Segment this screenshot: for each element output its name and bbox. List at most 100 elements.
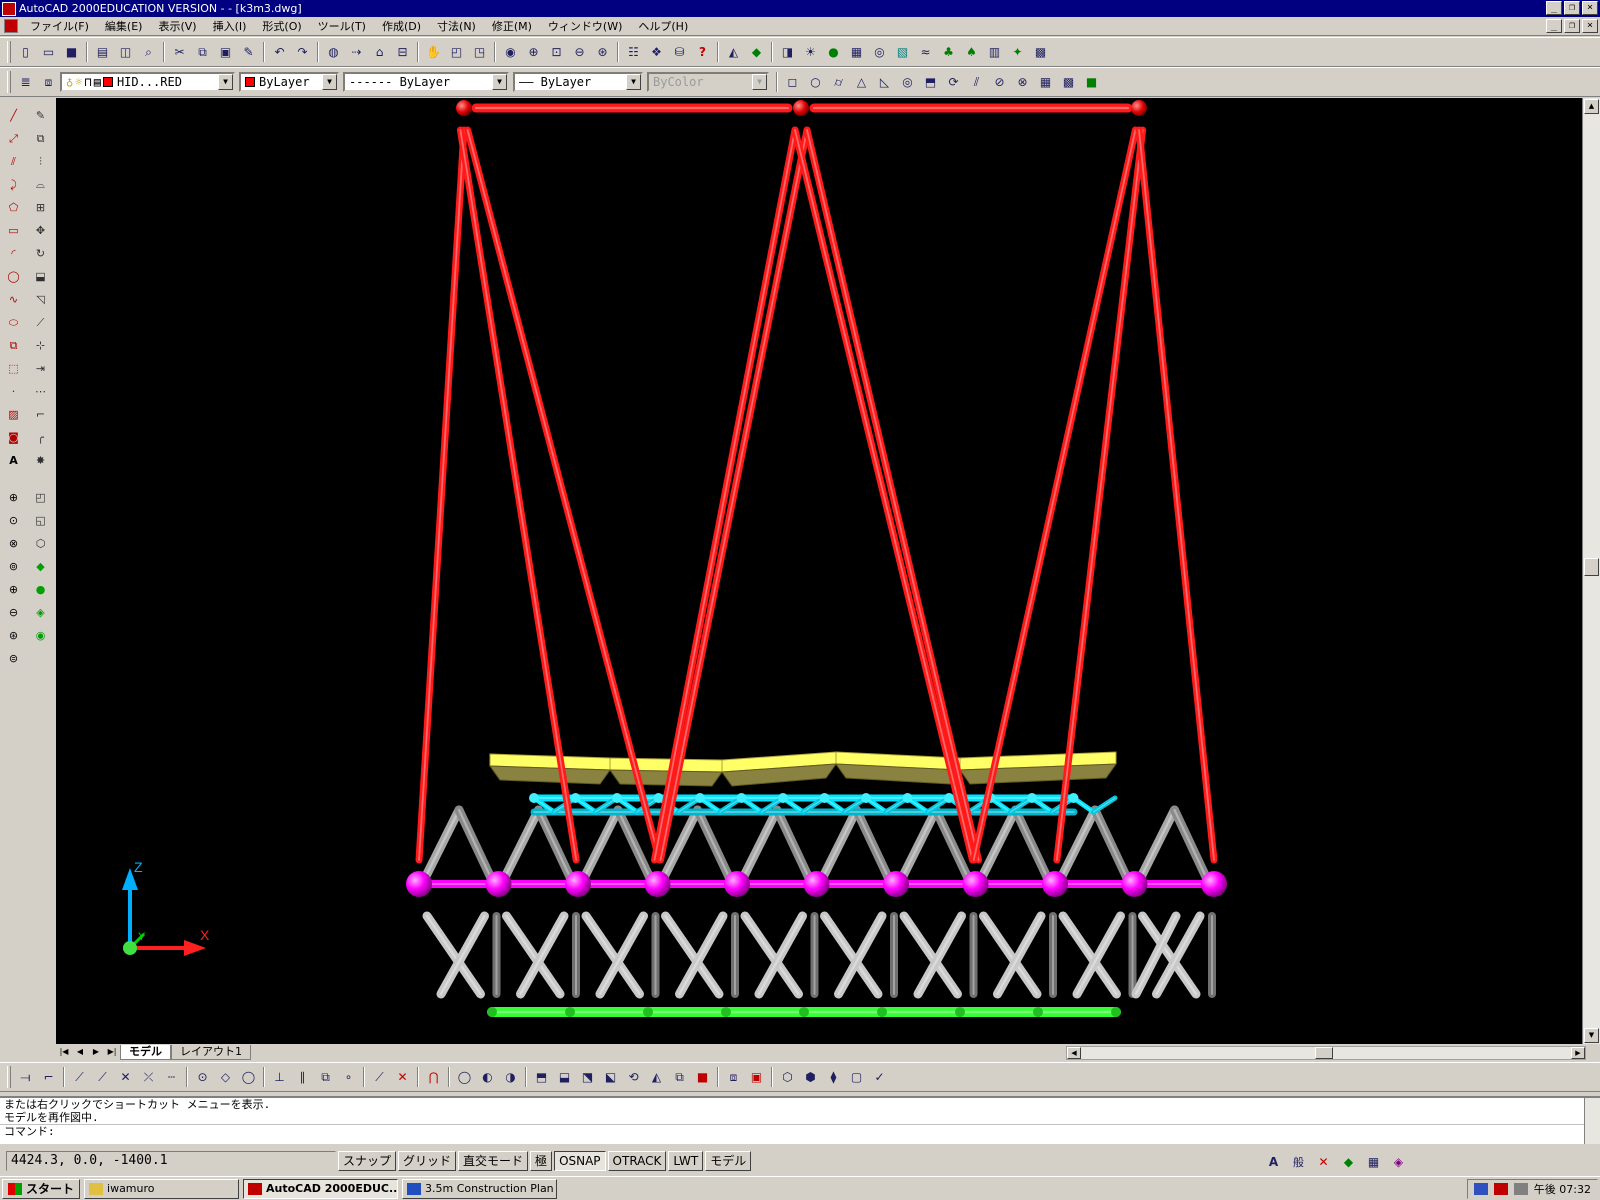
design-center-icon[interactable]: ❖	[645, 41, 668, 63]
zoom-extents-left-icon[interactable]: ⊜	[2, 647, 25, 670]
otrack-toggle[interactable]: OTRACK	[607, 1151, 667, 1171]
copy-object-icon[interactable]: ⧉	[29, 127, 52, 150]
menu-window[interactable]: ウィンドウ(W)	[540, 18, 630, 34]
toolbar-grip[interactable]	[7, 71, 11, 93]
insert-block-icon[interactable]: ⧉	[2, 334, 25, 357]
zoom-previous-icon[interactable]: ⊖	[568, 41, 591, 63]
undo-icon[interactable]: ↶	[268, 41, 291, 63]
subtract-icon[interactable]: ◐	[476, 1066, 499, 1088]
rotate-icon[interactable]: ↻	[29, 242, 52, 265]
cone-icon[interactable]: △	[850, 71, 873, 93]
stretch-icon[interactable]: ◹	[29, 288, 52, 311]
snap-from-point-icon[interactable]: ⌐	[37, 1066, 60, 1088]
offset-faces-icon[interactable]: ⬔	[576, 1066, 599, 1088]
menu-tools[interactable]: ツール(T)	[310, 18, 374, 34]
shade-sphere-icon[interactable]: ●	[29, 578, 52, 601]
named-views-icon[interactable]: ◳	[468, 41, 491, 63]
shade-globe-icon[interactable]: ◉	[29, 624, 52, 647]
explode-icon[interactable]: ✸	[29, 449, 52, 472]
menu-insert[interactable]: 挿入(I)	[205, 18, 255, 34]
zoom-dynamic-icon[interactable]: ⊙	[2, 509, 25, 532]
erase-icon[interactable]: ✎	[29, 104, 52, 127]
pan-icon[interactable]: ✋	[422, 41, 445, 63]
copy-edges-icon[interactable]: ⧈	[722, 1066, 745, 1088]
tab-model[interactable]: モデル	[120, 1044, 171, 1060]
task-autocad[interactable]: AutoCAD 2000EDUC...	[243, 1178, 399, 1199]
box-icon[interactable]: ◻	[781, 71, 804, 93]
snap-none-icon[interactable]: ✕	[391, 1066, 414, 1088]
task-folder[interactable]: iwamuro	[84, 1178, 240, 1199]
network-icon[interactable]	[1473, 1183, 1488, 1195]
next-tab-icon[interactable]: ▶	[88, 1045, 104, 1059]
polyline-icon[interactable]: ⤸	[2, 173, 25, 196]
copy-icon[interactable]: ⧉	[191, 41, 214, 63]
lwt-toggle[interactable]: LWT	[668, 1151, 704, 1171]
torus-icon[interactable]: ◎	[896, 71, 919, 93]
doc-close-button[interactable]: ×	[1582, 19, 1598, 33]
taper-faces-icon[interactable]: ◭	[645, 1066, 668, 1088]
vertical-scroll-thumb[interactable]	[1584, 558, 1599, 576]
chevron-down-icon[interactable]: ▼	[626, 74, 641, 90]
snap-from-icon[interactable]: ⌂	[368, 41, 391, 63]
prev-tab-icon[interactable]: ◀	[72, 1045, 88, 1059]
offset-icon[interactable]: ⌓	[29, 173, 52, 196]
landscape-edit-icon[interactable]: ♠	[960, 41, 983, 63]
close-button[interactable]: ×	[1582, 1, 1598, 15]
snap-nearest-icon[interactable]: ⟋	[368, 1066, 391, 1088]
extrude-icon[interactable]: ⬒	[919, 71, 942, 93]
wedge-icon[interactable]: ◺	[873, 71, 896, 93]
lineweight-dropdown[interactable]: —— ByLayer ▼	[513, 72, 643, 92]
separate-icon[interactable]: ⧫	[822, 1066, 845, 1088]
delete-faces-icon[interactable]: ⬕	[599, 1066, 622, 1088]
sphere-icon[interactable]: ○	[804, 71, 827, 93]
section-icon[interactable]: ⊘	[988, 71, 1011, 93]
aerial-view-icon[interactable]: ◰	[445, 41, 468, 63]
circle-icon[interactable]: ◯	[2, 265, 25, 288]
snap-apparent-intersection-icon[interactable]: ⤫	[137, 1066, 160, 1088]
save-icon[interactable]: ■	[60, 41, 83, 63]
fillet-icon[interactable]: ╭	[29, 426, 52, 449]
autocad-app-icon[interactable]	[2, 1, 16, 16]
slice-icon[interactable]: ⫽	[965, 71, 988, 93]
menu-draw[interactable]: 作成(D)	[374, 18, 429, 34]
layer-dropdown[interactable]: ♁ ☼ ⊓ ▤ HID...RED ▼	[60, 72, 235, 92]
snap-parallel-icon[interactable]: ∥	[291, 1066, 314, 1088]
mapping-icon[interactable]: ◎	[868, 41, 891, 63]
setup-view-icon[interactable]: ▩	[1057, 71, 1080, 93]
toolbar-grip[interactable]	[7, 41, 11, 63]
grid-toggle[interactable]: グリッド	[398, 1151, 457, 1171]
zoom-realtime-icon[interactable]: ⊕	[522, 41, 545, 63]
command-prompt[interactable]: コマンド:	[0, 1124, 1600, 1138]
chamfer-icon[interactable]: ⌐	[29, 403, 52, 426]
maximize-button[interactable]: ❐	[1564, 1, 1580, 15]
scroll-left-icon[interactable]: ◀	[1067, 1047, 1081, 1059]
region-icon[interactable]: ◙	[2, 426, 25, 449]
statistics-icon[interactable]: ▩	[1029, 41, 1052, 63]
trim-icon[interactable]: ⊹	[29, 334, 52, 357]
tab-layout1[interactable]: レイアウト1	[171, 1044, 251, 1060]
command-window[interactable]: または右クリックでショートカット メニューを表示. モデルを再作図中. コマンド…	[0, 1096, 1600, 1144]
last-tab-icon[interactable]: ▶|	[104, 1045, 120, 1059]
snap-endpoint-icon[interactable]: ⟋	[68, 1066, 91, 1088]
view-top-icon[interactable]: ◰	[29, 486, 52, 509]
ime-dictionary-icon[interactable]: 般	[1287, 1151, 1310, 1173]
imprint-icon[interactable]: ⬡	[776, 1066, 799, 1088]
snap-perpendicular-icon[interactable]: ⊥	[268, 1066, 291, 1088]
setup-profile-icon[interactable]: ■	[1080, 71, 1103, 93]
first-tab-icon[interactable]: |◀	[56, 1045, 72, 1059]
multiline-icon[interactable]: ⫽	[2, 150, 25, 173]
color-dropdown[interactable]: ByLayer ▼	[239, 72, 339, 92]
ellipse-icon[interactable]: ⬭	[2, 311, 25, 334]
make-block-icon[interactable]: ⬚	[2, 357, 25, 380]
color-faces-icon[interactable]: ■	[691, 1066, 714, 1088]
start-button[interactable]: スタート	[2, 1178, 81, 1199]
snap-extension-icon[interactable]: ┄	[160, 1066, 183, 1088]
layers-icon[interactable]: ≣	[14, 71, 37, 93]
construction-line-icon[interactable]: ⤢	[2, 127, 25, 150]
chevron-down-icon[interactable]: ▼	[322, 74, 337, 90]
match-properties-icon[interactable]: ✎	[237, 41, 260, 63]
shade-cube-icon[interactable]: ◈	[29, 601, 52, 624]
linetype-dropdown[interactable]: ------ ByLayer ▼	[343, 72, 509, 92]
menu-dimension[interactable]: 寸法(N)	[429, 18, 484, 34]
zoom-out-icon[interactable]: ⊖	[2, 601, 25, 624]
